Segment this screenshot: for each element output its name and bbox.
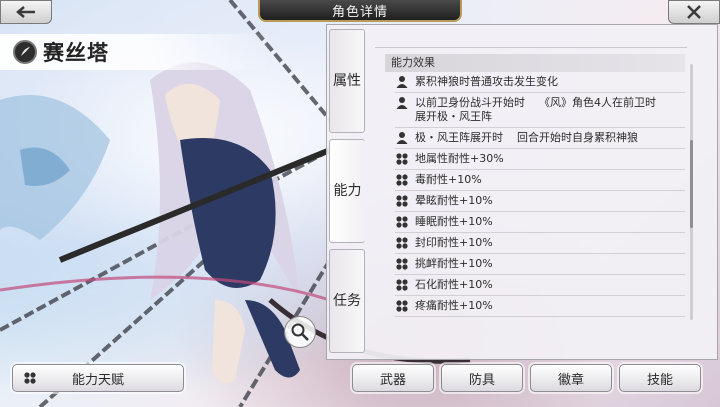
skill-label: 技能: [646, 372, 673, 388]
section-header: 能力效果: [385, 54, 685, 72]
ability-text: 累积神狼时普通攻击发生变化: [415, 75, 558, 88]
badge-label: 徽章: [557, 372, 584, 388]
ability-talent-label: 能力天赋: [71, 372, 124, 388]
tab-abilities[interactable]: 能力: [329, 139, 365, 243]
wind-element-icon: [13, 40, 37, 64]
party-icon: [395, 173, 409, 187]
ability-row: 以前卫身份战斗开始时 《风》角色4人在前卫时 展开极・风王阵: [395, 93, 685, 128]
back-button[interactable]: [0, 0, 52, 24]
ability-row: 极・风王阵展开时 回合开始时自身累积神狼: [395, 128, 685, 149]
armor-label: 防具: [468, 372, 495, 388]
character-name: 赛丝塔: [43, 41, 109, 65]
ability-row: 挑衅耐性+10%: [395, 254, 685, 275]
ability-row: 晕眩耐性+10%: [395, 191, 685, 212]
ability-row: 毒耐性+10%: [395, 170, 685, 191]
party-icon: [395, 236, 409, 250]
party-icon: [395, 152, 409, 166]
magnifier-icon: [291, 323, 309, 341]
tab-label: 能力: [333, 183, 362, 199]
ability-text: 地属性耐性+30%: [415, 152, 504, 165]
ability-talent-button[interactable]: 能力天赋: [12, 364, 184, 392]
page-title: 角色详情: [258, 0, 462, 22]
back-arrow-icon: [16, 6, 35, 18]
ability-text: 晕眩耐性+10%: [415, 194, 493, 207]
ability-list[interactable]: 能力效果 累积神狼时普通攻击发生变化以前卫身份战斗开始时 《风》角色4人在前卫时…: [367, 29, 695, 353]
vertical-tabs: 属性 能力 任务: [327, 25, 367, 359]
tab-quests[interactable]: 任务: [329, 249, 365, 353]
party-icon: [395, 215, 409, 229]
tab-label: 任务: [333, 293, 361, 309]
person-icon: [395, 131, 409, 145]
previous-section-edge: [375, 29, 687, 48]
weapon-button[interactable]: 武器: [352, 364, 434, 392]
party-icon: [395, 194, 409, 208]
tab-attributes[interactable]: 属性: [329, 29, 365, 133]
ability-text: 封印耐性+10%: [415, 236, 493, 249]
ability-row: 地属性耐性+30%: [395, 149, 685, 170]
armor-button[interactable]: 防具: [441, 364, 523, 392]
badge-button[interactable]: 徽章: [530, 364, 612, 392]
close-button[interactable]: [668, 0, 720, 24]
ability-row: 睡眠耐性+10%: [395, 212, 685, 233]
party-icon: [24, 372, 36, 384]
person-icon: [395, 96, 409, 110]
ability-text: 以前卫身份战斗开始时 《风》角色4人在前卫时 展开极・风王阵: [415, 96, 656, 123]
party-icon: [395, 299, 409, 313]
ability-text: 石化耐性+10%: [415, 278, 493, 291]
skill-button[interactable]: 技能: [619, 364, 701, 392]
ability-text: 疼痛耐性+10%: [415, 299, 493, 312]
scrollbar-thumb[interactable]: [690, 140, 693, 228]
ability-text: 睡眠耐性+10%: [415, 215, 493, 228]
zoom-artwork-button[interactable]: [284, 316, 316, 348]
person-icon: [395, 75, 409, 89]
ability-text: 挑衅耐性+10%: [415, 257, 493, 270]
tab-label: 属性: [333, 73, 361, 89]
character-name-plate: 赛丝塔: [0, 34, 270, 70]
party-icon: [395, 278, 409, 292]
ability-text: 毒耐性+10%: [415, 173, 482, 186]
party-icon: [395, 257, 409, 271]
ability-text: 极・风王阵展开时 回合开始时自身累积神狼: [415, 131, 638, 144]
ability-row: 石化耐性+10%: [395, 275, 685, 296]
ability-row: 封印耐性+10%: [395, 233, 685, 254]
ability-row: 疼痛耐性+10%: [395, 296, 685, 317]
close-x-icon: [687, 5, 701, 19]
detail-panel: 属性 能力 任务 能力效果 累积神狼时普通攻击发生变化以前卫身份战斗开始时 《风…: [326, 24, 718, 360]
ability-row: 累积神狼时普通攻击发生变化: [395, 72, 685, 93]
weapon-label: 武器: [379, 372, 406, 388]
